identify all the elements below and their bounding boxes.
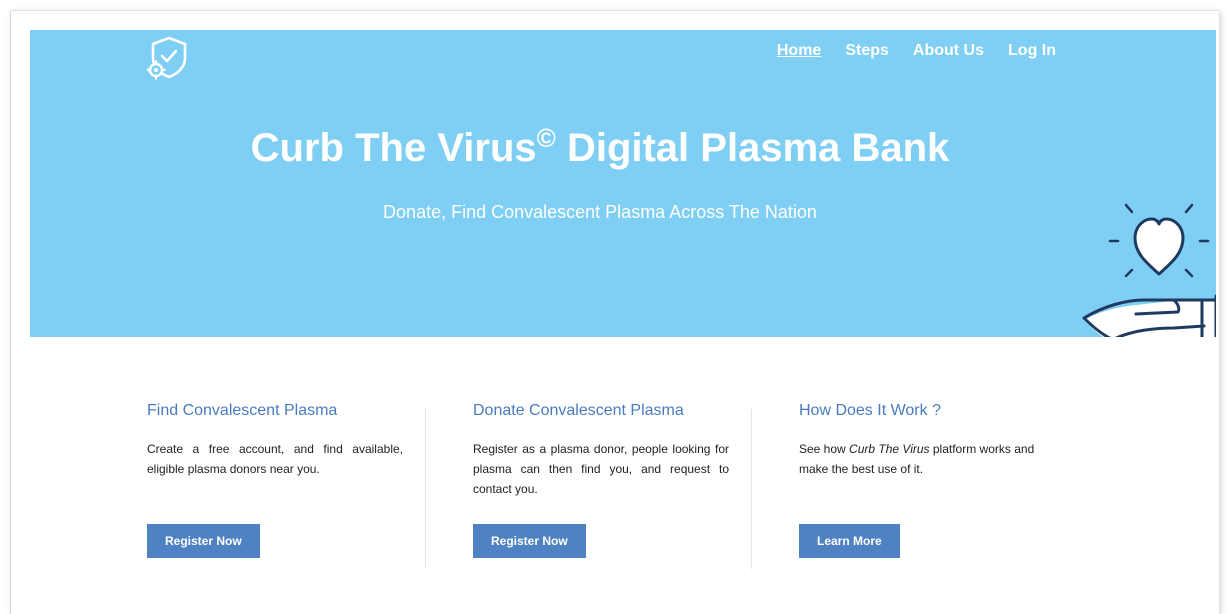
feature-description-start: See how xyxy=(799,442,850,456)
copyright-mark: © xyxy=(536,123,556,153)
register-now-button[interactable]: Register Now xyxy=(147,524,260,558)
hero-subtitle: Donate, Find Convalescent Plasma Across … xyxy=(383,202,817,222)
feature-donate-plasma: Donate Convalescent Plasma Register as a… xyxy=(473,401,729,569)
register-now-donor-button[interactable]: Register Now xyxy=(473,524,586,558)
nav-about-us[interactable]: About Us xyxy=(913,42,984,60)
main-nav: Home Steps About Us Log In xyxy=(777,42,1056,60)
hero-title-rest: Digital Plasma Bank xyxy=(555,126,950,170)
feature-description: Register as a plasma donor, people looki… xyxy=(473,442,729,496)
hero-title: Curb The Virus© Digital Plasma Bank xyxy=(30,123,1170,171)
feature-heading: Find Convalescent Plasma xyxy=(147,402,338,419)
nav-log-in[interactable]: Log In xyxy=(1008,42,1056,60)
feature-how-it-works: How Does It Work ? See how Curb The Viru… xyxy=(799,401,1055,569)
column-divider xyxy=(751,409,752,569)
column-divider xyxy=(425,409,426,569)
shield-gear-logo-icon[interactable] xyxy=(147,34,191,80)
feature-find-plasma: Find Convalescent Plasma Create a free a… xyxy=(147,401,403,569)
nav-steps[interactable]: Steps xyxy=(845,42,889,60)
features-section: Find Convalescent Plasma Create a free a… xyxy=(11,401,1219,581)
feature-description: Create a free account, and find availabl… xyxy=(147,442,403,476)
feature-heading: How Does It Work ? xyxy=(799,402,941,419)
heart-in-hand-icon xyxy=(1082,203,1216,337)
feature-description: See how Curb The Virus platform works an… xyxy=(799,439,1055,479)
nav-home[interactable]: Home xyxy=(777,42,821,60)
learn-more-button[interactable]: Learn More xyxy=(799,524,900,558)
feature-heading: Donate Convalescent Plasma xyxy=(473,402,684,419)
page-frame: Home Steps About Us Log In Curb The Viru… xyxy=(10,10,1219,614)
feature-description-brand: Curb The Virus xyxy=(849,442,930,456)
hero-banner: Home Steps About Us Log In Curb The Viru… xyxy=(30,30,1216,337)
hero-title-brand: Curb The Virus xyxy=(250,126,537,170)
